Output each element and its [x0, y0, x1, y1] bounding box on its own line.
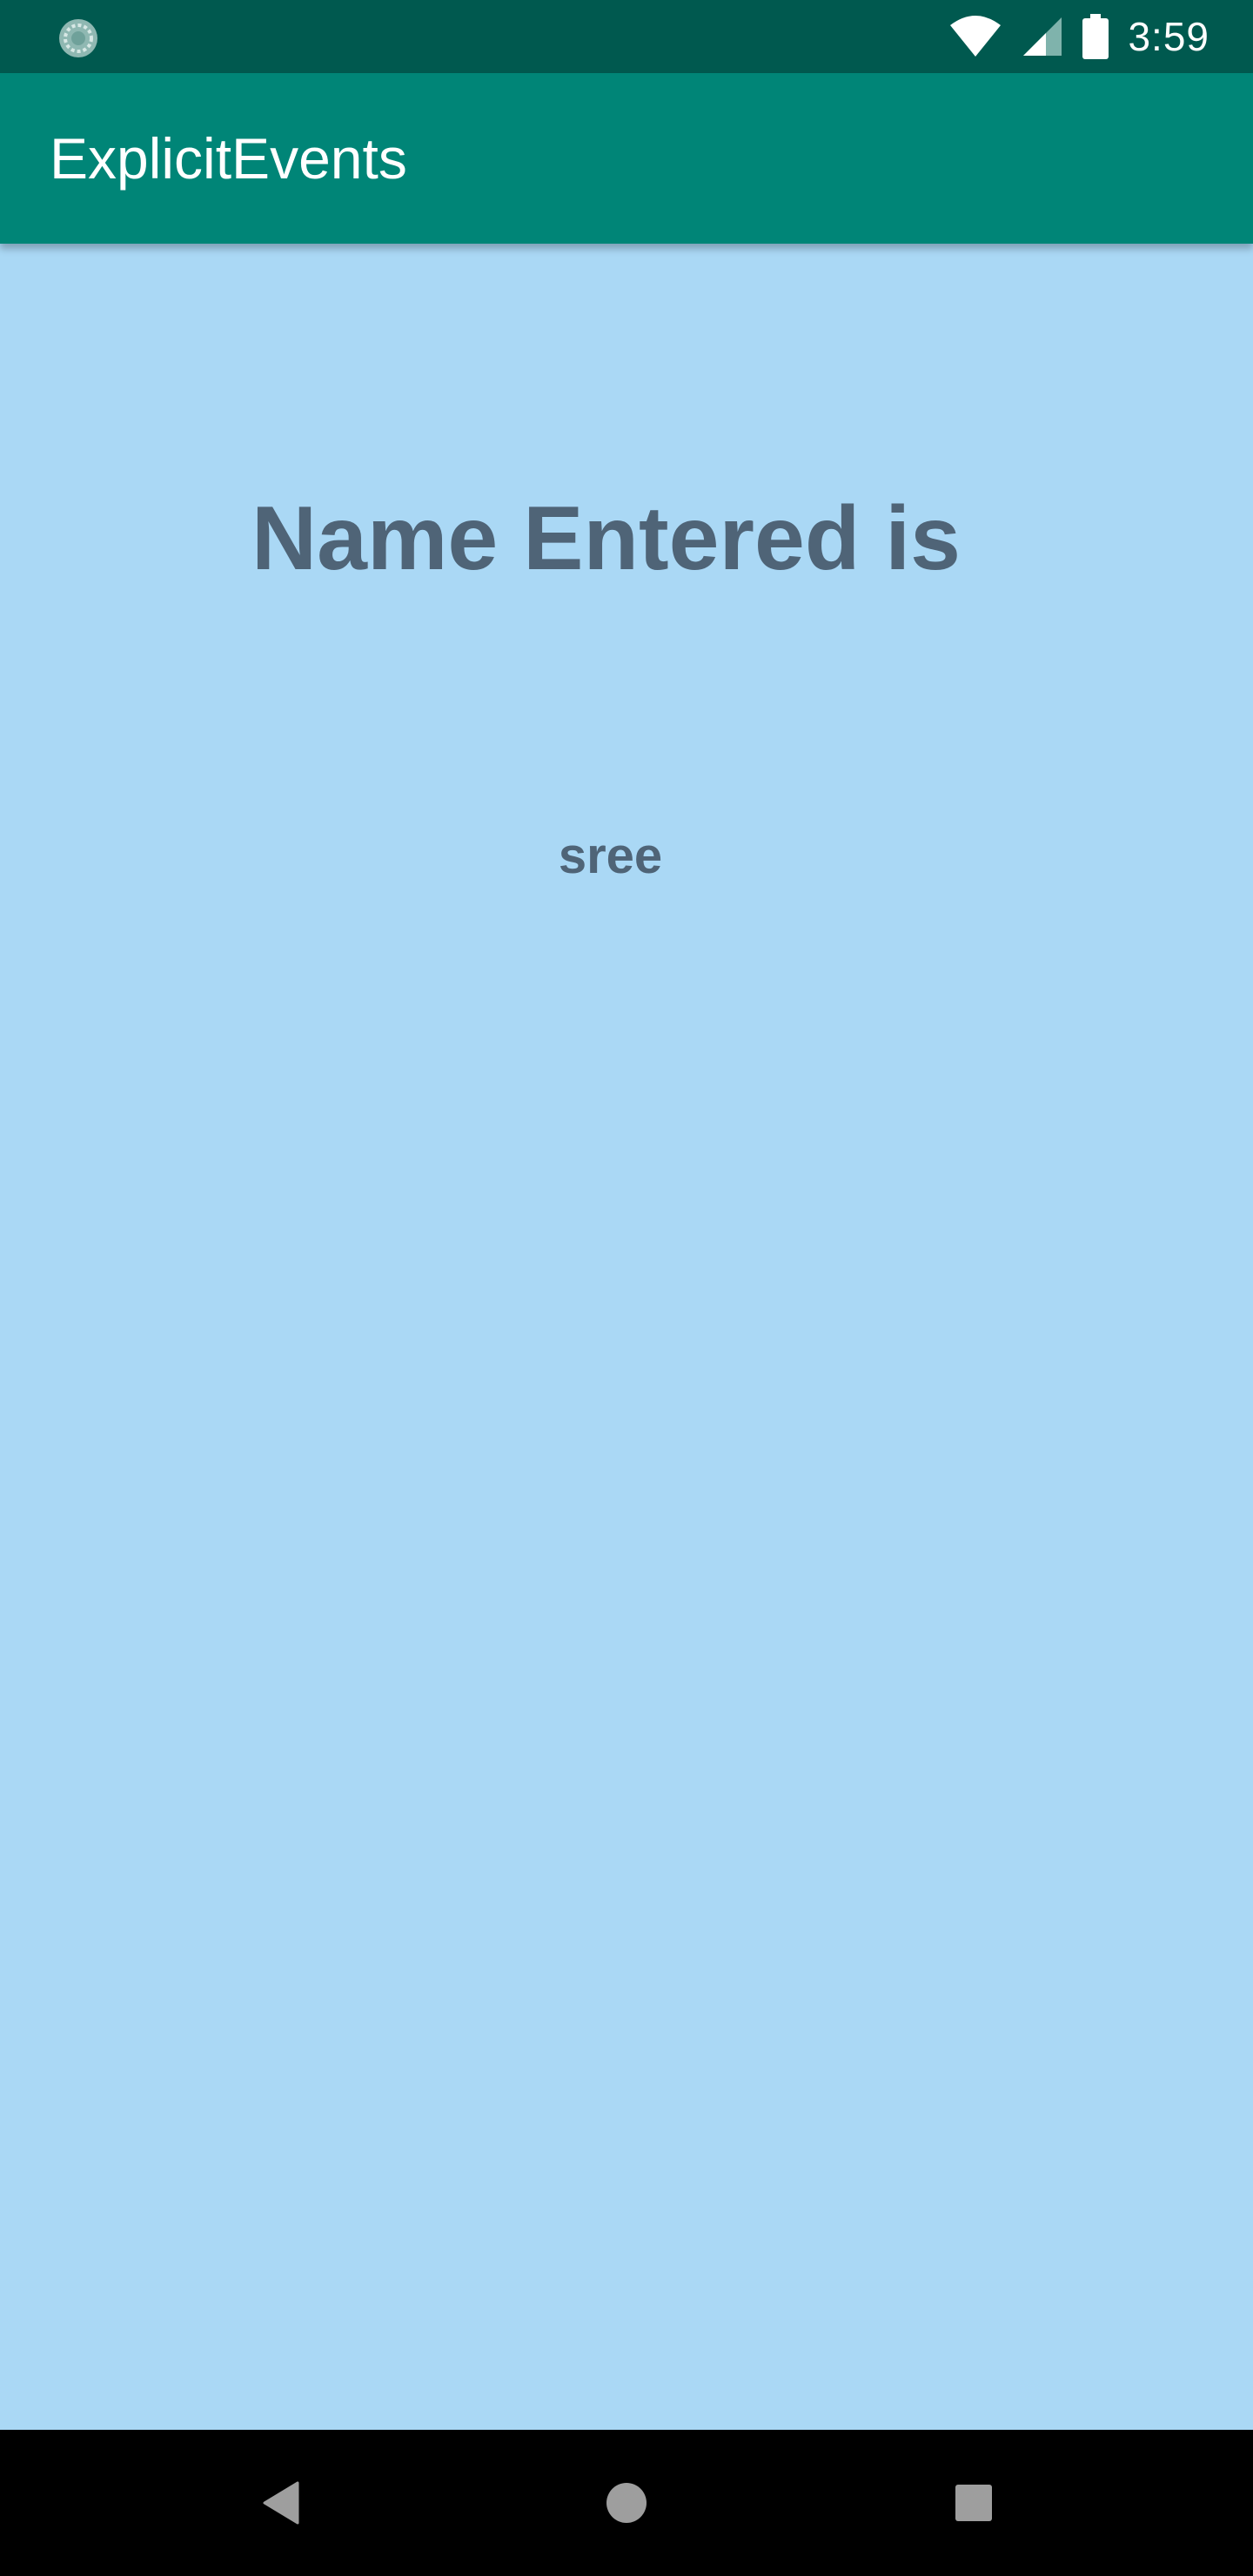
status-bar: 3:59 [0, 0, 1253, 73]
name-heading: Name Entered is [251, 488, 961, 589]
home-icon [606, 2483, 647, 2523]
back-button[interactable] [219, 2430, 341, 2576]
name-value-text: sree [558, 828, 663, 884]
sync-icon [59, 19, 97, 57]
battery-icon [1082, 14, 1109, 59]
app-bar: ExplicitEvents [0, 73, 1253, 244]
navigation-bar [0, 2430, 1253, 2576]
signal-icon [1023, 17, 1062, 56]
recents-icon [955, 2485, 992, 2521]
back-icon [263, 2481, 299, 2525]
app-title: ExplicitEvents [50, 126, 407, 191]
status-time: 3:59 [1128, 14, 1209, 59]
home-button[interactable] [566, 2430, 687, 2576]
screen: 3:59 ExplicitEvents Name Entered is sree [0, 0, 1253, 2576]
wifi-icon [950, 16, 1002, 57]
status-icons: 3:59 [948, 0, 1209, 73]
recents-button[interactable] [913, 2430, 1035, 2576]
